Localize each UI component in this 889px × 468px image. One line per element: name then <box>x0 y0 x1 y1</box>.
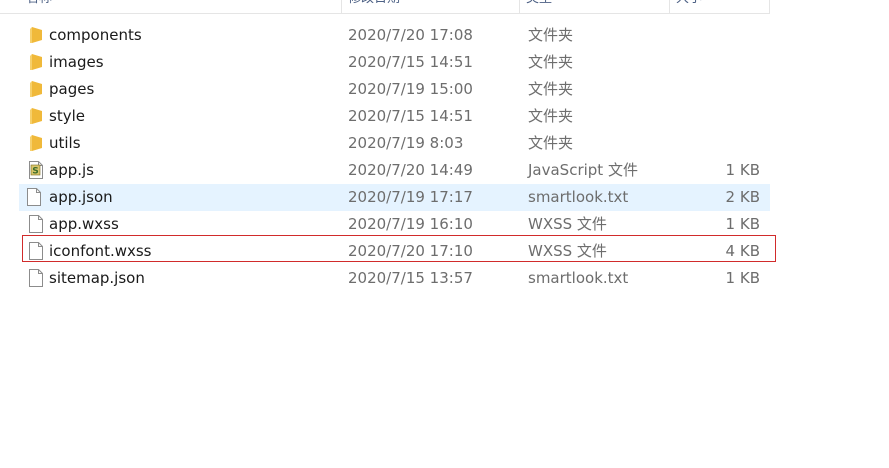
file-name-cell: S app.js <box>20 157 340 184</box>
folder-icon <box>28 26 44 44</box>
file-name: sitemap.json <box>49 269 145 287</box>
file-row-app-wxss[interactable]: app.wxss 2020/7/19 16:10 WXSS 文件 1 KB <box>0 211 889 238</box>
file-name-cell: app.json <box>20 184 340 211</box>
file-date: 2020/7/19 15:00 <box>348 80 473 98</box>
file-size <box>630 49 760 76</box>
file-date: 2020/7/15 14:51 <box>348 53 473 71</box>
file-name: iconfont.wxss <box>49 242 152 260</box>
folder-icon <box>28 134 44 152</box>
file-size: 1 KB <box>725 161 760 179</box>
column-header: 名称 修改日期 类型 大小 <box>0 0 770 14</box>
folder-icon <box>28 80 44 98</box>
file-name-cell: app.wxss <box>20 211 340 238</box>
file-row-utils[interactable]: utils 2020/7/19 8:03 文件夹 <box>0 130 889 157</box>
file-size <box>630 22 760 49</box>
file-date: 2020/7/15 14:51 <box>348 107 473 125</box>
file-name: app.wxss <box>49 215 119 233</box>
file-row-iconfont-wxss[interactable]: iconfont.wxss 2020/7/20 17:10 WXSS 文件 4 … <box>0 238 889 265</box>
folder-icon <box>28 53 44 71</box>
file-date: 2020/7/20 17:08 <box>348 26 473 44</box>
file-name: app.js <box>49 161 94 179</box>
column-header-name[interactable]: 名称 <box>20 0 342 13</box>
file-row-style[interactable]: style 2020/7/15 14:51 文件夹 <box>0 103 889 130</box>
file-row-components[interactable]: components 2020/7/20 17:08 文件夹 <box>0 22 889 49</box>
file-name: pages <box>49 80 95 98</box>
column-header-size[interactable]: 大小 <box>670 0 770 13</box>
file-date: 2020/7/15 13:57 <box>348 269 473 287</box>
folder-icon <box>28 107 44 125</box>
file-name: style <box>49 107 85 125</box>
file-icon <box>28 242 44 260</box>
file-list: components 2020/7/20 17:08 文件夹 images 20… <box>0 22 889 292</box>
file-name-cell: iconfont.wxss <box>20 238 340 265</box>
file-size <box>630 76 760 103</box>
file-row-app-json[interactable]: app.json 2020/7/19 17:17 smartlook.txt 2… <box>19 184 770 211</box>
file-size <box>630 103 760 130</box>
file-icon <box>28 215 44 233</box>
column-header-type[interactable]: 类型 <box>520 0 670 13</box>
file-explorer: 名称 修改日期 类型 大小 components 2020/7/20 17:08… <box>0 0 889 468</box>
column-header-date[interactable]: 修改日期 <box>342 0 520 13</box>
svg-text:S: S <box>32 167 38 177</box>
file-name-cell: sitemap.json <box>20 265 340 292</box>
file-icon <box>28 269 44 287</box>
file-size: 1 KB <box>725 269 760 287</box>
file-name: components <box>49 26 142 44</box>
file-row-images[interactable]: images 2020/7/15 14:51 文件夹 <box>0 49 889 76</box>
file-name-cell: images <box>20 49 340 76</box>
file-date: 2020/7/19 16:10 <box>348 215 473 233</box>
file-name: app.json <box>49 188 113 206</box>
file-name-cell: style <box>20 103 340 130</box>
file-name: images <box>49 53 104 71</box>
file-date: 2020/7/19 17:17 <box>348 188 473 206</box>
file-name-cell: pages <box>20 76 340 103</box>
file-size: 1 KB <box>725 215 760 233</box>
file-icon <box>26 188 42 206</box>
file-row-app-js[interactable]: S app.js 2020/7/20 14:49 JavaScript 文件 1… <box>0 157 889 184</box>
file-size: 2 KB <box>725 188 760 206</box>
file-date: 2020/7/20 17:10 <box>348 242 473 260</box>
javascript-file-icon: S <box>28 161 44 179</box>
file-date: 2020/7/19 8:03 <box>348 134 464 152</box>
file-name-cell: components <box>20 22 340 49</box>
file-date: 2020/7/20 14:49 <box>348 161 473 179</box>
file-name-cell: utils <box>20 130 340 157</box>
file-size: 4 KB <box>725 242 760 260</box>
file-name: utils <box>49 134 81 152</box>
file-size <box>630 130 760 157</box>
file-row-sitemap-json[interactable]: sitemap.json 2020/7/15 13:57 smartlook.t… <box>0 265 889 292</box>
file-row-pages[interactable]: pages 2020/7/19 15:00 文件夹 <box>0 76 889 103</box>
